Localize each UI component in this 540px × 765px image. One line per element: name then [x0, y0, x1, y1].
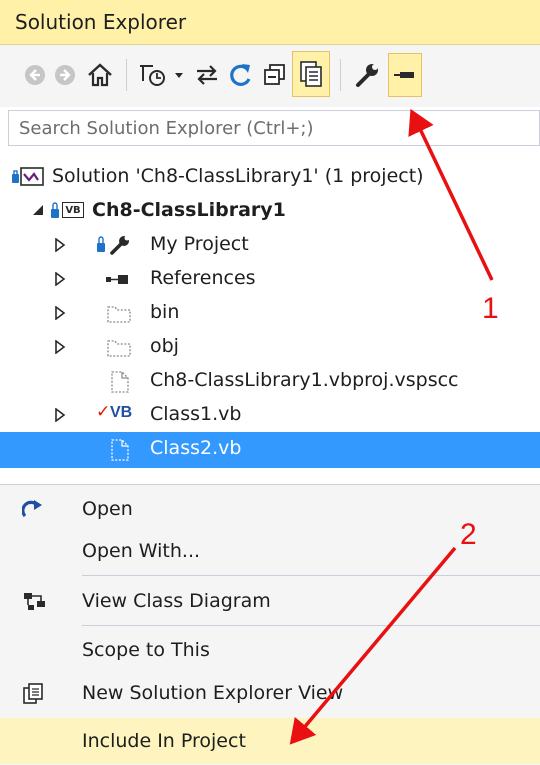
class-diagram-icon: [24, 593, 45, 610]
tree-item-solution[interactable]: Solution 'Ch8-ClassLibrary1' (1 project): [0, 160, 540, 194]
sync-icon: [197, 65, 217, 85]
context-menu: Open Open With... View Class Diagram Sco…: [0, 484, 540, 765]
sync-button[interactable]: [192, 55, 222, 95]
tree-item-class1[interactable]: ✓ VB Class1.vb: [0, 398, 540, 432]
menu-item-label: Include In Project: [82, 730, 246, 752]
menu-item-label: Open: [82, 498, 133, 520]
forward-button[interactable]: [52, 55, 78, 95]
toolbar-separator: [126, 59, 127, 91]
tree-item-label: Ch8-ClassLibrary1: [92, 199, 286, 221]
tree-item-my-project[interactable]: My Project: [0, 228, 540, 262]
open-arrow-icon: [22, 500, 42, 518]
show-all-files-icon: [300, 61, 322, 87]
tree-item-label: Solution 'Ch8-ClassLibrary1' (1 project): [52, 165, 424, 187]
tree-item-label: Class2.vb: [150, 437, 242, 459]
references-icon: [106, 275, 128, 284]
expand-arrow-icon: [55, 340, 66, 354]
wrench-icon: [110, 235, 130, 255]
toolbar: [0, 45, 540, 107]
forward-icon: [55, 65, 75, 85]
tree-item-references[interactable]: References: [0, 262, 540, 296]
annotation-label-1: 1: [482, 292, 499, 325]
folder-icon: [107, 340, 131, 357]
checked-in-icon: ✓: [96, 402, 111, 422]
tree-item-vspscc-file[interactable]: Ch8-ClassLibrary1.vbproj.vspscc: [0, 364, 540, 398]
tree-item-label: References: [150, 267, 256, 289]
menu-separator: [82, 625, 540, 626]
menu-item-include-in-project[interactable]: Include In Project: [0, 718, 540, 764]
expand-arrow-icon: [55, 238, 66, 252]
tree-item-obj[interactable]: obj: [0, 330, 540, 364]
expand-arrow-icon: [55, 306, 66, 320]
source-control-lock-icon: [97, 236, 105, 252]
collapse-all-button[interactable]: [260, 55, 290, 95]
collapse-arrow-icon: [33, 205, 43, 215]
show-all-files-button[interactable]: [292, 51, 330, 97]
annotation-label-2: 2: [460, 518, 477, 551]
refresh-button[interactable]: [226, 55, 256, 95]
pin-icon: [394, 72, 414, 78]
tree-item-bin[interactable]: bin: [0, 296, 540, 330]
pin-button[interactable]: [388, 53, 422, 97]
properties-button[interactable]: [352, 55, 382, 95]
tree-item-label: obj: [150, 335, 179, 357]
expand-arrow-icon: [55, 408, 66, 422]
pending-changes-filter-button[interactable]: [136, 55, 188, 95]
search-box[interactable]: [8, 110, 540, 146]
panel-title: Solution Explorer: [15, 10, 187, 34]
file-icon: [111, 371, 129, 393]
panel-title-bar: Solution Explorer: [0, 0, 540, 45]
menu-item-new-solution-explorer-view[interactable]: New Solution Explorer View: [0, 672, 540, 714]
menu-item-open[interactable]: Open: [0, 488, 540, 530]
home-icon: [88, 63, 112, 87]
refresh-icon: [230, 64, 251, 86]
vb-project-icon: VB: [62, 202, 84, 218]
tree-item-label: bin: [150, 301, 180, 323]
file-icon: [111, 439, 129, 461]
search-input[interactable]: [9, 111, 539, 145]
properties-icon: [356, 64, 378, 87]
menu-item-label: Scope to This: [82, 639, 210, 661]
pending-changes-filter-icon: [140, 65, 183, 86]
menu-item-label: View Class Diagram: [82, 590, 271, 612]
source-control-lock-icon: [51, 202, 59, 218]
menu-item-open-with[interactable]: Open With...: [0, 530, 540, 572]
solution-icon: [12, 167, 44, 186]
tree-item-class2[interactable]: Class2.vb: [0, 432, 540, 468]
tree-item-project[interactable]: VB Ch8-ClassLibrary1: [0, 194, 540, 228]
expand-arrow-icon: [55, 272, 66, 286]
tree-item-label: Ch8-ClassLibrary1.vbproj.vspscc: [150, 369, 459, 391]
folder-icon: [107, 306, 131, 323]
menu-item-label: New Solution Explorer View: [82, 682, 344, 704]
new-view-icon: [23, 683, 43, 704]
menu-item-scope-to-this[interactable]: Scope to This: [0, 629, 540, 671]
vb-file-icon: VB: [110, 404, 133, 421]
menu-separator: [82, 575, 540, 576]
home-button[interactable]: [84, 55, 116, 95]
back-icon: [25, 65, 45, 85]
tree-item-label: Class1.vb: [150, 403, 242, 425]
collapse-all-icon: [264, 64, 285, 85]
menu-item-label: Open With...: [82, 540, 201, 562]
menu-item-view-class-diagram[interactable]: View Class Diagram: [0, 580, 540, 622]
tree-item-label: My Project: [150, 233, 249, 255]
back-button[interactable]: [22, 55, 48, 95]
toolbar-separator: [340, 59, 341, 91]
